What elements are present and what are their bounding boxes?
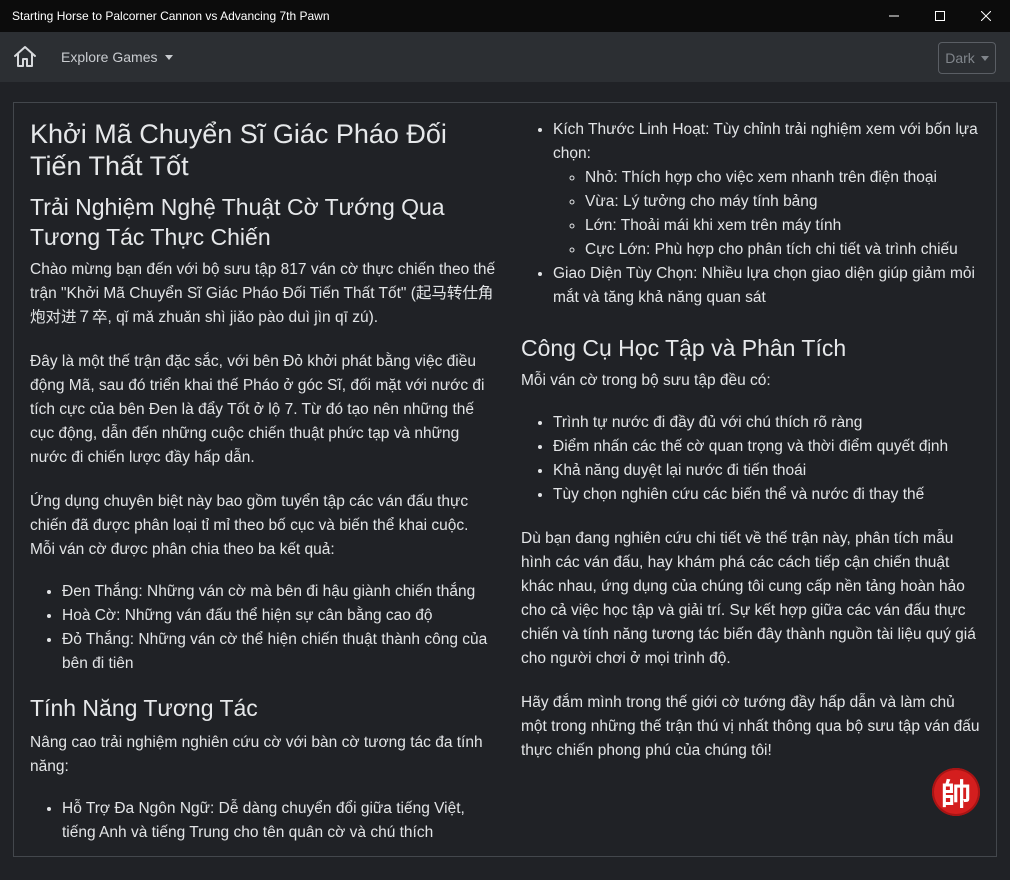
minimize-icon — [889, 15, 899, 17]
list-item: Trình tự nước đi đầy đủ với chú thích rõ… — [553, 411, 983, 435]
window-titlebar: Starting Horse to Palcorner Cannon vs Ad… — [0, 0, 1010, 32]
intro-paragraph: Chào mừng bạn đến với bộ sưu tập 817 ván… — [30, 261, 496, 326]
list-item: Hoà Cờ: Những ván đấu thể hiện sự cân bằ… — [62, 604, 496, 628]
navbar: Explore Games Dark — [0, 32, 1010, 82]
right-column: Kích Thước Linh Hoạt: Tùy chỉnh trải ngh… — [521, 103, 983, 763]
home-button[interactable] — [12, 44, 38, 70]
description-paragraph: Đây là một thế trận đặc sắc, với bên Đỏ … — [30, 353, 485, 466]
list-item: Tùy chọn nghiên cứu các biến thể và nước… — [553, 483, 983, 507]
features-list: Hỗ Trợ Đa Ngôn Ngữ: Dễ dàng chuyển đổi g… — [30, 797, 496, 845]
features-heading: Tính Năng Tương Tác — [30, 695, 258, 721]
window-title: Starting Horse to Palcorner Cannon vs Ad… — [12, 9, 330, 23]
minimize-button[interactable] — [871, 0, 917, 32]
features-list-continued: Kích Thước Linh Hoạt: Tùy chỉnh trải ngh… — [521, 118, 983, 310]
list-item: Khả năng duyệt lại nước đi tiến thoái — [553, 459, 983, 483]
list-item: Nhỏ: Thích hợp cho việc xem nhanh trên đ… — [585, 166, 983, 190]
feature-size-text: Kích Thước Linh Hoạt: Tùy chỉnh trải ngh… — [553, 121, 978, 162]
close-icon — [981, 11, 991, 21]
home-icon — [14, 46, 36, 67]
list-item: Hỗ Trợ Đa Ngôn Ngữ: Dễ dàng chuyển đổi g… — [62, 797, 496, 845]
explore-games-dropdown[interactable]: Explore Games — [61, 49, 174, 65]
page-title: Khởi Mã Chuyển Sĩ Giác Pháo Đối Tiến Thấ… — [30, 119, 447, 181]
closing-paragraph: Hãy đắm mình trong thế giới cờ tướng đầy… — [521, 694, 980, 759]
tools-list: Trình tự nước đi đầy đủ với chú thích rõ… — [521, 411, 983, 507]
close-button[interactable] — [963, 0, 1009, 32]
tools-intro: Mỗi ván cờ trong bộ sưu tập đều có: — [521, 372, 771, 389]
maximize-icon — [935, 11, 945, 21]
features-intro: Nâng cao trải nghiệm nghiên cứu cờ với b… — [30, 734, 483, 775]
explore-games-label: Explore Games — [61, 49, 158, 65]
theme-select[interactable]: Dark — [938, 42, 996, 74]
summary-paragraph: Dù bạn đang nghiên cứu chi tiết về thế t… — [521, 530, 976, 667]
list-item: Giao Diện Tùy Chọn: Nhiều lựa chọn giao … — [553, 262, 983, 310]
left-column: Khởi Mã Chuyển Sĩ Giác Pháo Đối Tiến Thấ… — [30, 103, 496, 845]
list-item: Kích Thước Linh Hoạt: Tùy chỉnh trải ngh… — [553, 118, 983, 262]
maximize-button[interactable] — [917, 0, 963, 32]
theme-select-label: Dark — [945, 50, 975, 66]
collection-paragraph: Ứng dụng chuyên biệt này bao gồm tuyển t… — [30, 493, 469, 558]
list-item: Lớn: Thoải mái khi xem trên máy tính — [585, 214, 983, 238]
list-item: Đỏ Thắng: Những ván cờ thể hiện chiến th… — [62, 628, 496, 676]
list-item: Điểm nhấn các thế cờ quan trọng và thời … — [553, 435, 983, 459]
list-item: Đen Thắng: Những ván cờ mà bên đi hậu gi… — [62, 580, 496, 604]
list-item: Cực Lớn: Phù hợp cho phân tích chi tiết … — [585, 238, 983, 262]
xiangqi-general-logo[interactable]: 帥 — [932, 768, 980, 816]
page-subtitle: Trải Nghiệm Nghệ Thuật Cờ Tướng Qua Tươn… — [30, 194, 445, 250]
list-item: Vừa: Lý tưởng cho máy tính bảng — [585, 190, 983, 214]
size-options-list: Nhỏ: Thích hợp cho việc xem nhanh trên đ… — [553, 166, 983, 262]
results-list: Đen Thắng: Những ván cờ mà bên đi hậu gi… — [30, 580, 496, 676]
content-card: Khởi Mã Chuyển Sĩ Giác Pháo Đối Tiến Thấ… — [13, 102, 997, 857]
tools-heading: Công Cụ Học Tập và Phân Tích — [521, 335, 847, 361]
caret-down-icon — [165, 55, 174, 60]
caret-down-icon — [980, 56, 989, 61]
